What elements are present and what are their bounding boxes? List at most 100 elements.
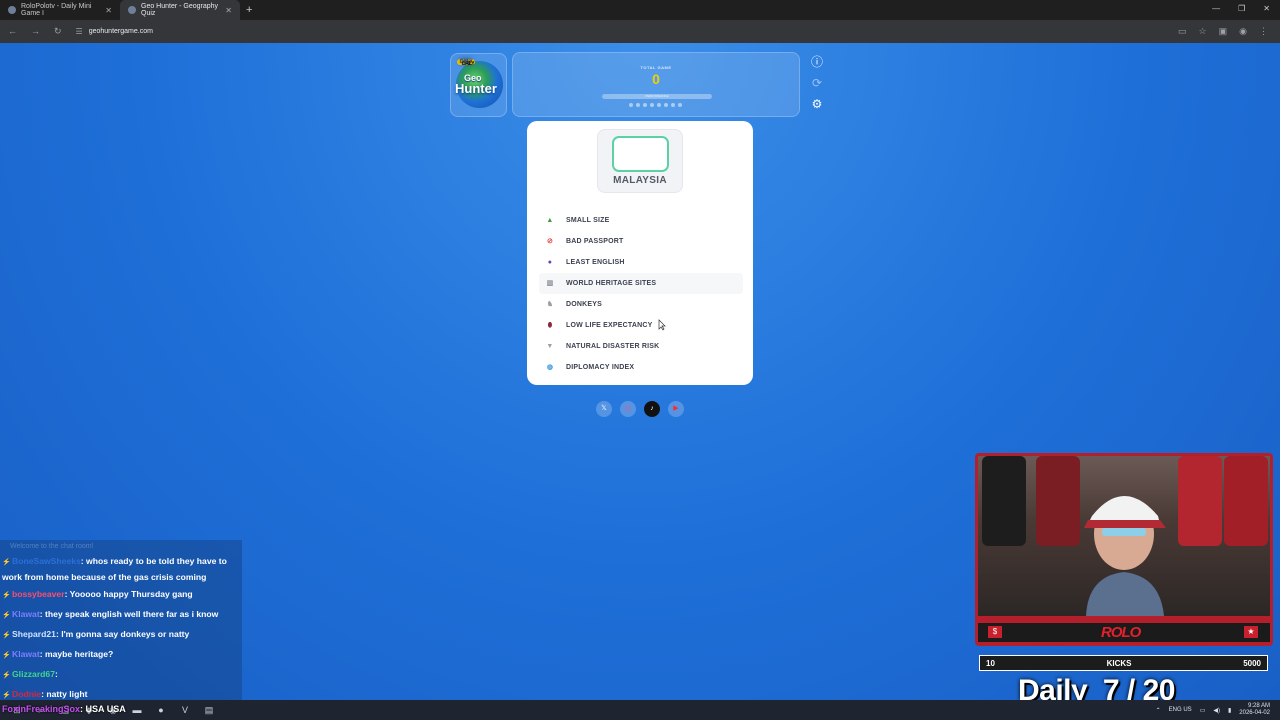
kicks-goal: 5000	[1243, 658, 1261, 668]
donkey-icon: ♞	[546, 300, 554, 308]
site-info-icon[interactable]: ☰	[76, 27, 83, 36]
chat-ghost-text: Welcome to the chat room!	[10, 543, 94, 550]
category-option[interactable]: ♞ DONKEYS	[539, 294, 743, 315]
volume-icon[interactable]: ◀)	[1213, 707, 1220, 714]
category-option[interactable]: ▼ NATURAL DISASTER RISK	[539, 336, 743, 357]
side-actions: ⓘ ⟳ ⚙	[809, 55, 825, 111]
category-option[interactable]: ⊘ BAD PASSPORT	[539, 231, 743, 252]
jersey-decor	[1224, 456, 1268, 546]
browser-tab-1[interactable]: RoloPolotv - Daily Mini Game I ✕	[0, 0, 120, 20]
category-option[interactable]: ▥ WORLD HERITAGE SITES	[539, 273, 743, 294]
chat-message: ⚡BoneSawSheeks: whos ready to be told th…	[0, 553, 242, 585]
webcam-overlay: $ ROLO ★	[975, 453, 1273, 646]
category-option[interactable]: ⬮ LOW LIFE EXPECTANCY	[539, 315, 743, 336]
head-speech-icon: ●	[547, 258, 553, 266]
kick-badge-icon: ⚡	[2, 632, 11, 639]
chat-text: :	[55, 669, 58, 679]
category-option[interactable]: ● LEAST ENGLISH	[539, 252, 743, 273]
category-label: DONKEYS	[566, 301, 603, 308]
back-icon[interactable]: ←	[8, 26, 17, 37]
x-icon[interactable]: 𝕏	[596, 401, 612, 417]
logo-line-2: Hunter	[455, 81, 497, 96]
folder-icon[interactable]: ▬	[130, 704, 144, 716]
browser-tab-2[interactable]: Geo Hunter - Geography Quiz ✕	[120, 0, 240, 20]
chat-username[interactable]: Klawat	[12, 609, 40, 619]
browser-actions: ▭ ☆ ▣ ◉ ⋮	[1178, 26, 1268, 37]
battery-icon[interactable]: ▮	[1228, 707, 1231, 714]
url-field[interactable]: ☰ geohuntergame.com	[76, 27, 153, 36]
close-window-icon[interactable]: ✕	[1263, 4, 1270, 13]
mouse-cursor-icon	[658, 319, 666, 331]
flag-frame	[612, 136, 669, 172]
app-icon[interactable]: ●	[154, 704, 168, 716]
tiktok-icon[interactable]: ♪	[644, 401, 660, 417]
kick-badge-icon: ⚡	[2, 612, 11, 619]
new-tab-icon[interactable]: +	[246, 4, 252, 16]
refresh-icon[interactable]: ⟳	[809, 76, 825, 90]
jersey-decor	[1036, 456, 1080, 546]
kick-badge-icon: ⚡	[2, 672, 11, 679]
category-list: ▲ SMALL SIZE ⊘ BAD PASSPORT ● LEAST ENGLISH ▥ W…	[539, 210, 743, 378]
system-tray: ⌃ ENG US ▭ ◀) ▮ 9:28 AM 2026-04-02	[1156, 703, 1270, 717]
jersey-decor	[1178, 456, 1222, 546]
score-panel: TOTAL GAME 0 PERFORMANCE	[512, 52, 800, 117]
country-box: MALAYSIA	[597, 129, 683, 193]
instagram-icon[interactable]: ◎	[620, 401, 636, 417]
chat-username[interactable]: Dodnie	[12, 689, 41, 699]
chat-username[interactable]: bossybeaver	[12, 589, 65, 599]
forward-icon[interactable]: →	[31, 26, 40, 37]
category-label: BAD PASSPORT	[566, 238, 624, 245]
kick-badge-icon: ⚡	[2, 652, 11, 659]
tab-favicon-icon	[8, 6, 16, 14]
category-option[interactable]: ◍ DIPLOMACY INDEX	[539, 357, 743, 378]
network-icon[interactable]: ▭	[1200, 707, 1206, 714]
no-entry-icon: ⊘	[546, 237, 554, 245]
app-icon[interactable]: ▤	[202, 704, 216, 716]
bookmark-star-icon[interactable]: ☆	[1199, 26, 1207, 37]
taskbar: ⊞ ⌕ ❏ ◆ ◉ ▬ ● V ▤ ⌃ ENG US ▭ ◀) ▮ 9:28 A…	[0, 700, 1280, 720]
address-bar: ← → ↻ ☰ geohuntergame.com	[0, 20, 1280, 43]
minimize-icon[interactable]: —	[1212, 4, 1220, 13]
app-icon[interactable]: V	[178, 704, 192, 716]
category-label: LOW LIFE EXPECTANCY	[566, 322, 653, 329]
gear-icon[interactable]: ⚙	[809, 97, 825, 111]
country-name: MALAYSIA	[613, 175, 667, 186]
profile-icon[interactable]: ◉	[1239, 26, 1247, 37]
close-icon[interactable]: ✕	[225, 6, 232, 15]
chat-message: ⚡bossybeaver: Yooooo happy Thursday gang	[0, 585, 242, 605]
kicks-goal-bar: 10 KICKS 5000	[979, 655, 1268, 671]
chevron-up-icon[interactable]: ⌃	[1156, 707, 1161, 714]
stream-chat: Welcome to the chat room! ⚡BoneSawSheeks…	[0, 540, 242, 719]
window-controls: — ❐ ✕	[1212, 4, 1270, 13]
close-icon[interactable]: ✕	[105, 6, 112, 15]
chat-text: : maybe heritage?	[39, 649, 114, 659]
category-option[interactable]: ▲ SMALL SIZE	[539, 210, 743, 231]
url-text: geohuntergame.com	[88, 28, 153, 35]
chat-username[interactable]: Klawat	[12, 649, 40, 659]
chat-username[interactable]: BoneSawSheeks	[12, 556, 81, 566]
reload-icon[interactable]: ↻	[54, 26, 62, 37]
jersey-decor	[982, 456, 1026, 546]
clock[interactable]: 9:28 AM 2026-04-02	[1239, 703, 1270, 717]
youtube-icon[interactable]: ▶	[668, 401, 684, 417]
brand-name: ROLO	[1101, 624, 1141, 641]
category-label: LEAST ENGLISH	[566, 259, 625, 266]
chat-message: ⚡Shepard21: I'm gonna say donkeys or nat…	[0, 625, 242, 645]
category-label: WORLD HERITAGE SITES	[566, 280, 657, 287]
maximize-icon[interactable]: ❐	[1238, 4, 1245, 13]
coffin-icon: ⬮	[547, 321, 553, 329]
chat-username[interactable]: Shepard21	[12, 629, 56, 639]
cast-icon[interactable]: ▭	[1178, 26, 1187, 37]
chat-text: : they speak english well there far as i…	[39, 609, 219, 619]
category-label: SMALL SIZE	[566, 217, 610, 224]
info-icon[interactable]: ⓘ	[809, 55, 825, 69]
language-indicator[interactable]: ENG US	[1169, 707, 1192, 713]
extensions-icon[interactable]: ▣	[1219, 26, 1228, 37]
geo-hunter-logo[interactable]: DAILY Geo Hunter	[450, 53, 507, 117]
performance-bar: PERFORMANCE	[602, 94, 712, 99]
chat-messages: ⚡BoneSawSheeks: whos ready to be told th…	[0, 553, 242, 720]
category-label: NATURAL DISASTER RISK	[566, 343, 660, 350]
star-icon: ★	[1244, 626, 1258, 638]
menu-icon[interactable]: ⋮	[1259, 26, 1268, 37]
chat-username[interactable]: Glizzard67	[12, 669, 55, 679]
